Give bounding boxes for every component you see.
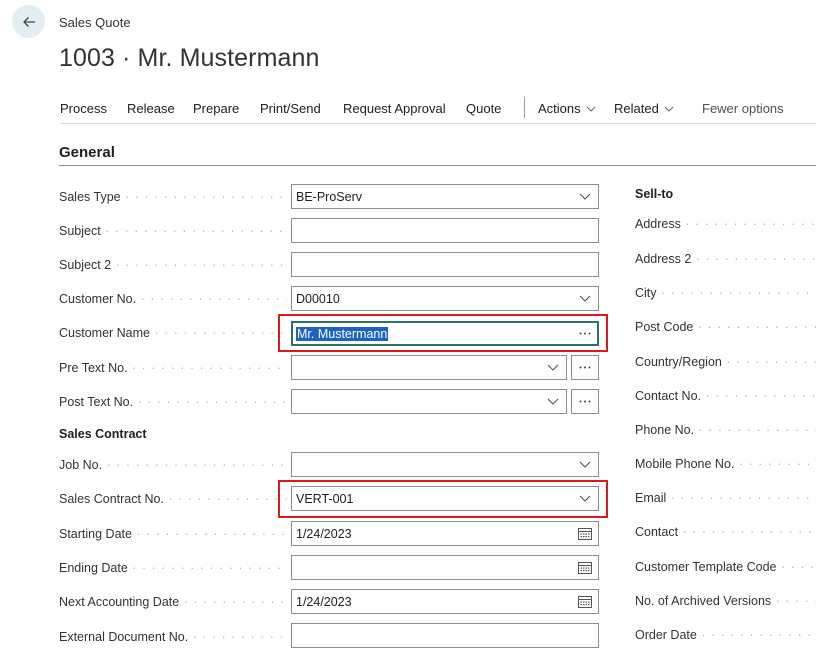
subject-2-input[interactable] <box>291 252 599 277</box>
sell-to-post-code-label: Post Code <box>635 320 816 334</box>
pre-text-no-lookup-button[interactable] <box>571 355 599 380</box>
chevron-down-icon <box>579 495 591 502</box>
sell-to-country-region-label: Country/Region <box>635 355 816 369</box>
subject-label: Subject <box>59 224 287 238</box>
sell-to-address-label: Address <box>635 217 816 231</box>
sell-to-contact-no-label: Contact No. <box>635 389 816 403</box>
fewer-options-action[interactable]: Fewer options <box>702 101 784 116</box>
calendar-icon[interactable] <box>578 595 592 608</box>
external-document-no-label: External Document No. <box>59 630 287 644</box>
chevron-down-icon <box>547 364 559 371</box>
ellipsis-icon <box>579 332 591 335</box>
post-text-no-lookup-button[interactable] <box>571 389 599 414</box>
sales-type-label: Sales Type <box>59 190 287 204</box>
ending-date-label: Ending Date <box>59 561 287 575</box>
sell-to-city-label: City <box>635 286 816 300</box>
calendar-icon[interactable] <box>578 561 592 574</box>
actions-menu-label: Actions <box>538 101 581 116</box>
chevron-down-icon <box>664 106 674 112</box>
action-bar: Process Release Prepare Print/Send Reque… <box>60 94 816 124</box>
pre-text-no-select[interactable] <box>291 355 567 380</box>
chevron-down-icon <box>547 398 559 405</box>
release-action[interactable]: Release <box>127 101 175 116</box>
chevron-down-icon <box>579 295 591 302</box>
actions-menu[interactable]: Actions <box>538 101 596 116</box>
ellipsis-icon <box>579 366 591 369</box>
process-action[interactable]: Process <box>60 101 107 116</box>
arrow-left-icon <box>22 16 35 27</box>
calendar-icon[interactable] <box>578 527 592 540</box>
chevron-down-icon <box>579 461 591 468</box>
customer-no-value: D00010 <box>296 291 340 306</box>
chevron-down-icon <box>586 106 595 112</box>
next-accounting-date-input[interactable]: 1/24/2023 <box>291 589 599 614</box>
sales-type-value: BE-ProServ <box>296 189 362 204</box>
starting-date-input[interactable]: 1/24/2023 <box>291 521 599 546</box>
no-of-archived-versions-label: No. of Archived Versions <box>635 594 816 608</box>
customer-name-input[interactable]: Mr. Mustermann <box>291 321 599 346</box>
ellipsis-icon <box>579 400 591 403</box>
chevron-down-icon <box>579 193 591 200</box>
job-no-select[interactable] <box>291 452 599 477</box>
post-text-no-label: Post Text No. <box>59 395 287 409</box>
order-date-label: Order Date <box>635 628 816 642</box>
starting-date-label: Starting Date <box>59 527 287 541</box>
subject-input[interactable] <box>291 218 599 243</box>
customer-no-select[interactable]: D00010 <box>291 286 599 311</box>
action-bar-separator <box>524 97 525 118</box>
request-approval-action[interactable]: Request Approval <box>343 101 446 116</box>
general-group-title: General <box>59 144 115 161</box>
next-accounting-date-label: Next Accounting Date <box>59 595 287 609</box>
sales-type-select[interactable]: BE-ProServ <box>291 184 599 209</box>
sell-to-email-label: Email <box>635 491 816 505</box>
page-caption: Sales Quote <box>59 15 131 30</box>
customer-name-lookup[interactable] <box>572 332 598 335</box>
job-no-label: Job No. <box>59 458 287 472</box>
ending-date-input[interactable] <box>291 555 599 580</box>
customer-template-code-label: Customer Template Code <box>635 560 816 574</box>
external-document-no-input[interactable] <box>291 623 599 648</box>
sell-to-contact-label: Contact <box>635 525 816 539</box>
sales-contract-no-label: Sales Contract No. <box>59 492 287 506</box>
subject-2-label: Subject 2 <box>59 258 287 272</box>
related-menu[interactable]: Related <box>614 101 674 116</box>
page-title: 1003 · Mr. Mustermann <box>59 44 320 72</box>
general-group-divider <box>59 165 816 166</box>
back-button[interactable] <box>12 5 45 38</box>
starting-date-value: 1/24/2023 <box>296 526 352 541</box>
sell-to-mobile-phone-no-label: Mobile Phone No. <box>635 457 816 471</box>
sales-contract-no-select[interactable]: VERT-001 <box>291 486 599 511</box>
sales-contract-heading: Sales Contract <box>59 427 147 441</box>
sell-to-heading: Sell-to <box>635 187 674 201</box>
sell-to-phone-no-label: Phone No. <box>635 423 816 437</box>
related-menu-label: Related <box>614 101 659 116</box>
customer-name-label: Customer Name <box>59 326 287 340</box>
sell-to-address-2-label: Address 2 <box>635 252 816 266</box>
quote-action[interactable]: Quote <box>466 101 501 116</box>
prepare-action[interactable]: Prepare <box>193 101 239 116</box>
customer-name-value: Mr. Mustermann <box>296 326 389 341</box>
pre-text-no-label: Pre Text No. <box>59 361 287 375</box>
post-text-no-select[interactable] <box>291 389 567 414</box>
customer-no-label: Customer No. <box>59 292 287 306</box>
sales-contract-no-value: VERT-001 <box>296 491 354 506</box>
print-send-action[interactable]: Print/Send <box>260 101 321 116</box>
next-accounting-date-value: 1/24/2023 <box>296 594 352 609</box>
